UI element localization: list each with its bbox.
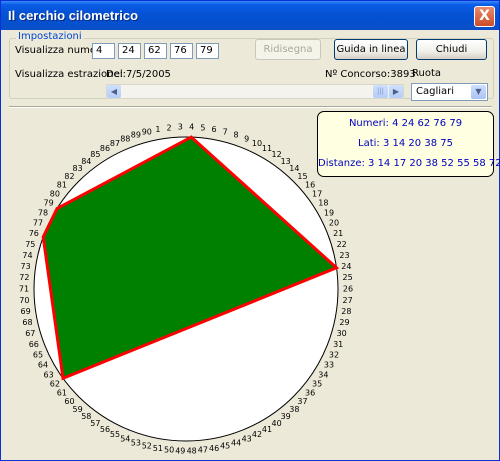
wheel-number-46: 46 xyxy=(209,444,219,453)
wheel-number-59: 59 xyxy=(73,405,83,414)
wheel-number-78: 78 xyxy=(38,208,48,217)
wheel-number-76: 76 xyxy=(29,229,39,238)
wheel-number-63: 63 xyxy=(44,370,54,379)
wheel-number-9: 9 xyxy=(244,134,249,143)
wheel-number-2: 2 xyxy=(167,123,172,132)
wheel-number-41: 41 xyxy=(262,425,272,434)
wheel-number-74: 74 xyxy=(22,251,32,260)
wheel-number-21: 21 xyxy=(333,229,343,238)
wheel-number-17: 17 xyxy=(312,189,322,198)
wheel-number-53: 53 xyxy=(131,439,141,448)
wheel-number-26: 26 xyxy=(343,285,353,294)
wheel-number-47: 47 xyxy=(198,446,208,455)
wheel-number-77: 77 xyxy=(33,219,43,228)
info-box: Numeri: 4 24 62 76 79 Lati: 3 14 20 38 7… xyxy=(317,111,500,177)
wheel-number-52: 52 xyxy=(142,442,152,451)
wheel-number-18: 18 xyxy=(318,199,328,208)
wheel-number-72: 72 xyxy=(19,273,29,282)
wheel-number-61: 61 xyxy=(57,389,67,398)
wheel-number-89: 89 xyxy=(131,130,141,139)
wheel-number-64: 64 xyxy=(38,361,48,370)
wheel-number-54: 54 xyxy=(120,435,130,444)
wheel-number-79: 79 xyxy=(44,199,54,208)
wheel-number-69: 69 xyxy=(21,307,31,316)
wheel-number-20: 20 xyxy=(329,219,339,228)
wheel-number-71: 71 xyxy=(19,285,29,294)
wheel-number-42: 42 xyxy=(252,430,262,439)
wheel-number-6: 6 xyxy=(212,125,217,134)
wheel-number-39: 39 xyxy=(281,412,291,421)
wheel-number-66: 66 xyxy=(29,340,39,349)
wheel-number-58: 58 xyxy=(81,412,91,421)
wheel-number-56: 56 xyxy=(100,425,110,434)
info-numeri: Numeri: 4 24 62 76 79 xyxy=(348,118,463,129)
cilometric-wheel: 1 2 3 4 5 6 7 8 91011121314151617181920212223242… xyxy=(19,123,353,456)
wheel-number-38: 38 xyxy=(289,405,299,414)
wheel-number-4: 4 xyxy=(189,123,194,132)
wheel-number-48: 48 xyxy=(187,446,197,455)
wheel-number-31: 31 xyxy=(333,340,343,349)
wheel-number-88: 88 xyxy=(120,134,130,143)
wheel-number-3: 3 xyxy=(178,123,183,132)
wheel-number-25: 25 xyxy=(343,273,353,282)
wheel-number-75: 75 xyxy=(25,240,35,249)
wheel-number-68: 68 xyxy=(22,318,32,327)
wheel-number-82: 82 xyxy=(64,172,74,181)
wheel-number-16: 16 xyxy=(305,180,315,189)
wheel-number-34: 34 xyxy=(318,370,328,379)
wheel-number-65: 65 xyxy=(33,350,43,359)
wheel-number-80: 80 xyxy=(50,189,60,198)
wheel-number-73: 73 xyxy=(21,262,31,271)
wheel-number-5: 5 xyxy=(200,123,205,132)
wheel-number-1: 1 xyxy=(155,125,160,134)
wheel-number-51: 51 xyxy=(153,444,163,453)
wheel-number-7: 7 xyxy=(223,127,228,136)
wheel-number-27: 27 xyxy=(343,296,353,305)
wheel-number-30: 30 xyxy=(337,329,347,338)
wheel-number-62: 62 xyxy=(50,380,60,389)
wheel-number-49: 49 xyxy=(175,446,185,455)
wheel-number-19: 19 xyxy=(324,208,334,217)
wheel-number-81: 81 xyxy=(57,180,67,189)
wheel-number-50: 50 xyxy=(164,446,174,455)
wheel-number-23: 23 xyxy=(339,251,349,260)
wheel-number-10: 10 xyxy=(252,139,262,148)
wheel-number-55: 55 xyxy=(110,430,120,439)
info-lati: Lati: 3 14 20 38 75 xyxy=(358,138,453,149)
wheel-number-70: 70 xyxy=(19,296,29,305)
wheel-number-90: 90 xyxy=(142,127,152,136)
wheel-number-29: 29 xyxy=(339,318,349,327)
wheel-number-35: 35 xyxy=(312,380,322,389)
wheel-number-32: 32 xyxy=(329,350,339,359)
info-distanze: Distanze: 3 14 17 20 38 52 55 58 72 75 xyxy=(318,158,500,169)
wheel-number-33: 33 xyxy=(324,361,334,370)
wheel-number-22: 22 xyxy=(337,240,347,249)
wheel-number-57: 57 xyxy=(90,419,100,428)
wheel-number-87: 87 xyxy=(110,139,120,148)
wheel-number-8: 8 xyxy=(234,130,239,139)
wheel-number-44: 44 xyxy=(231,439,241,448)
main-window: Il cerchio cilometrico X Impostazioni Vi… xyxy=(0,0,500,461)
wheel-number-45: 45 xyxy=(220,442,230,451)
wheel-number-86: 86 xyxy=(100,144,110,153)
wheel-number-28: 28 xyxy=(341,307,351,316)
wheel-number-43: 43 xyxy=(242,435,252,444)
wheel-number-40: 40 xyxy=(272,419,282,428)
wheel-number-60: 60 xyxy=(64,397,74,406)
wheel-number-67: 67 xyxy=(25,329,35,338)
wheel-number-24: 24 xyxy=(341,262,351,271)
